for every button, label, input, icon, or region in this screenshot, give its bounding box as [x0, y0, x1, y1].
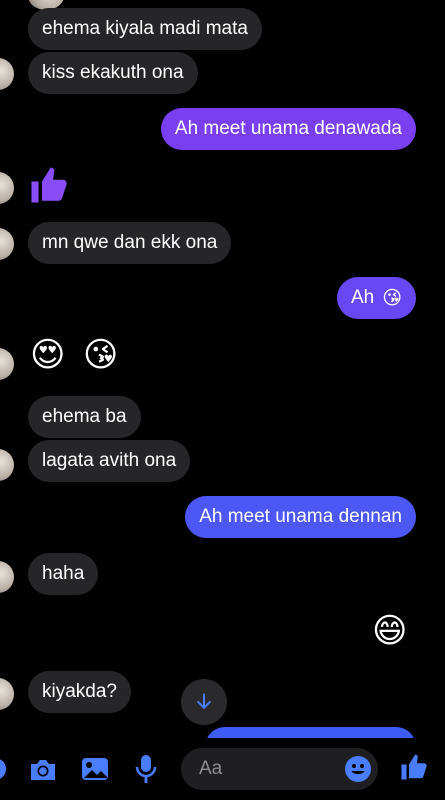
avatar[interactable] [0, 348, 14, 380]
incoming-message[interactable]: ehema kiyala madi mata [28, 8, 262, 50]
emoji-message[interactable]: 😍 😘 [30, 338, 122, 372]
message-text: mn qwe dan ekk ona [42, 232, 218, 253]
kiss-emoji: 😘 [382, 287, 402, 309]
message-text: haha [42, 563, 85, 584]
microphone-icon[interactable] [134, 754, 158, 789]
incoming-message[interactable]: ehema ba [28, 396, 141, 438]
message-text: Ah [350, 287, 375, 308]
thumbs-up-icon[interactable] [399, 752, 429, 787]
outgoing-message[interactable]: Ah 😘 [336, 277, 416, 319]
camera-icon[interactable] [28, 756, 58, 789]
avatar[interactable] [0, 58, 14, 90]
scroll-to-bottom-button[interactable] [181, 679, 227, 725]
message-text: lagata avith ona [42, 450, 177, 471]
incoming-message[interactable]: mn qwe dan ekk ona [28, 222, 232, 264]
avatar[interactable] [0, 561, 14, 593]
emoji-message[interactable]: 😄 [372, 614, 407, 648]
incoming-message[interactable]: haha [28, 553, 99, 595]
incoming-message[interactable]: lagata avith ona [28, 440, 191, 482]
avatar[interactable] [0, 228, 14, 260]
message-text: kiyakda? [42, 681, 117, 702]
message-input-placeholder: Aa [199, 758, 223, 779]
arrow-down-icon [197, 693, 211, 709]
incoming-message[interactable]: kiss ekakuth ona [28, 52, 198, 94]
message-text: ehema kiyala madi mata [42, 18, 248, 39]
incoming-message[interactable]: kiyakda? [28, 671, 131, 713]
image-icon[interactable] [81, 756, 109, 787]
message-text: kiss ekakuth ona [42, 62, 184, 83]
message-text: ehema ba [42, 406, 127, 427]
avatar[interactable] [0, 172, 14, 204]
message-text: Ah meet unama dennan [199, 506, 402, 527]
emoji-icon[interactable] [344, 755, 372, 788]
avatar[interactable] [0, 678, 14, 710]
avatar[interactable] [0, 449, 14, 481]
thumbs-up-icon[interactable] [28, 164, 70, 206]
outgoing-message[interactable]: Ah meet unama denawada [160, 108, 416, 150]
message-text: Ah meet unama denawada [174, 118, 402, 139]
outgoing-message[interactable]: Ah meet unama dennan [185, 496, 416, 538]
